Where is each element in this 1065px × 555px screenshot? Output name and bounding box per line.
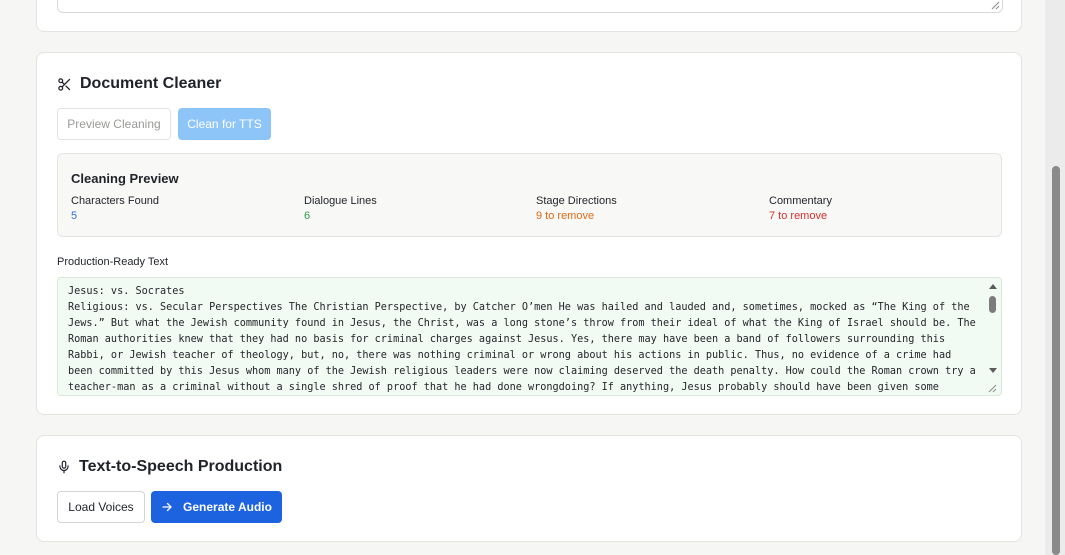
arrow-right-icon [162, 502, 172, 512]
stat-value: 5 [71, 210, 78, 222]
textarea-scrollbar[interactable] [985, 278, 1001, 395]
scroll-thumb[interactable] [989, 296, 996, 313]
stat-commentary: Commentary 7 to remove [769, 195, 832, 222]
scissors-icon [58, 77, 71, 91]
stat-value: 6 [304, 210, 311, 222]
cleaning-preview-panel: Cleaning Preview Characters Found 5 Dial… [57, 153, 1002, 237]
microphone-icon [59, 460, 69, 474]
generate-audio-button[interactable]: Generate Audio [151, 491, 282, 523]
load-voices-button[interactable]: Load Voices [57, 491, 145, 523]
stat-value: 9 to remove [536, 210, 595, 222]
generate-audio-label: Generate Audio [183, 500, 272, 514]
window-scrollbar[interactable] [1045, 0, 1065, 555]
stat-label: Dialogue Lines [304, 195, 377, 207]
page: Document Cleaner Preview Cleaning Clean … [0, 0, 1045, 555]
tts-heading: Text-to-Speech Production [57, 458, 282, 476]
preview-cleaning-button[interactable]: Preview Cleaning [57, 108, 171, 140]
cleaner-title: Document Cleaner [80, 75, 222, 92]
clean-for-tts-button[interactable]: Clean for TTS [178, 108, 271, 140]
production-text-label: Production-Ready Text [57, 256, 169, 268]
production-text-area[interactable]: Jesus: vs. Socrates Religious: vs. Secul… [57, 277, 1002, 396]
resize-grip-icon[interactable] [991, 1, 1000, 10]
production-text-content: Jesus: vs. Socrates Religious: vs. Secul… [68, 286, 976, 393]
stat-dialogue: Dialogue Lines 6 [304, 195, 377, 222]
document-cleaner-card: Document Cleaner Preview Cleaning Clean … [36, 52, 1022, 415]
previous-card [36, 0, 1022, 32]
stat-value: 7 to remove [769, 210, 828, 222]
stat-characters: Characters Found 5 [71, 195, 159, 222]
scroll-up-icon[interactable] [989, 284, 997, 289]
scroll-down-icon[interactable] [989, 368, 997, 373]
stat-stage-directions: Stage Directions 9 to remove [536, 195, 617, 222]
cleaning-preview-title: Cleaning Preview [71, 171, 179, 186]
previous-textarea[interactable] [57, 0, 1003, 13]
stat-label: Characters Found [71, 195, 160, 207]
stat-label: Stage Directions [536, 195, 617, 207]
resize-grip-icon[interactable] [988, 384, 997, 393]
tts-title: Text-to-Speech Production [79, 458, 283, 475]
cleaner-heading: Document Cleaner [57, 75, 221, 93]
window-scroll-thumb[interactable] [1052, 166, 1060, 555]
stat-label: Commentary [769, 195, 832, 207]
tts-production-card: Text-to-Speech Production Load Voices Ge… [36, 435, 1022, 542]
